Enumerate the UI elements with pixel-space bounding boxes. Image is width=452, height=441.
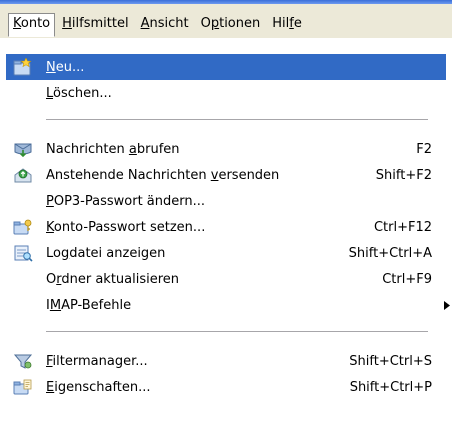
get-messages-icon <box>6 136 40 162</box>
menu-optionen-post: tionen <box>219 16 261 31</box>
menu-item-ordner-aktualisieren-shortcut: Ctrl+F9 <box>382 271 432 287</box>
menu-item-anstehende-versenden-label: Anstehende Nachrichten versenden <box>40 168 376 183</box>
submenu-arrow-icon <box>442 292 452 318</box>
menu-item-anstehende-versenden[interactable]: Anstehende Nachrichten versenden Shift+F… <box>6 162 446 188</box>
menu-separator <box>46 331 428 332</box>
menu-konto-post: onto <box>20 16 51 31</box>
menu-item-konto-passwort-post: onto-Passwort setzen... <box>53 219 206 235</box>
menu-item-nachrichten-abrufen-accelerator: a <box>128 141 137 157</box>
menu-item-pop3-passwort-post: OP3-Passwort ändern... <box>53 193 206 209</box>
menu-item-pop3-passwort[interactable]: POP3-Passwort ändern... <box>6 188 446 214</box>
properties-icon <box>6 374 40 400</box>
menu-item-loeschen[interactable]: Löschen... <box>6 80 446 106</box>
menu-optionen-accelerator: p <box>210 16 220 31</box>
menu-item-imap-befehle-accelerator: M <box>49 297 62 313</box>
menu-item-konto-passwort[interactable]: Konto-Passwort setzen... Ctrl+F12 <box>6 214 446 240</box>
menu-item-loeschen-icon-slot <box>6 80 40 106</box>
menu-item-ordner-aktualisieren-post: dner aktualisieren <box>61 271 180 287</box>
menu-konto-accelerator: K <box>13 16 21 31</box>
menubar: Konto Hilfsmittel Ansicht Optionen Hilfe <box>0 4 452 39</box>
menu-optionen-pre: O <box>200 16 211 31</box>
menu-item-filtermanager-shortcut: Shift+Ctrl+S <box>349 353 432 369</box>
menu-item-imap-befehle-label: IMAP-Befehle <box>40 298 432 313</box>
menu-item-logdatei-accelerator: g <box>60 245 70 261</box>
menu-item-loeschen-label: Löschen... <box>40 86 432 101</box>
menu-item-filtermanager[interactable]: Filtermanager... Shift+Ctrl+S <box>6 348 446 374</box>
menu-optionen[interactable]: Optionen <box>196 13 266 37</box>
menu-hilfsmittel-post: ilfsmittel <box>71 16 129 31</box>
menu-item-nachrichten-abrufen[interactable]: Nachrichten abrufen F2 <box>6 136 446 162</box>
menu-item-nachrichten-abrufen-pre: Nachrichten <box>46 141 129 157</box>
menu-konto[interactable]: Konto <box>8 13 56 37</box>
menu-item-pop3-passwort-label: POP3-Passwort ändern... <box>40 194 432 209</box>
menu-item-nachrichten-abrufen-post: brufen <box>136 141 180 157</box>
menu-item-ordner-aktualisieren[interactable]: Ordner aktualisieren Ctrl+F9 <box>6 266 446 292</box>
menu-item-imap-befehle-icon-slot <box>6 292 40 318</box>
menu-ansicht[interactable]: Ansicht <box>136 13 194 37</box>
new-account-icon <box>6 54 40 80</box>
menu-item-ordner-aktualisieren-label: Ordner aktualisieren <box>40 272 382 287</box>
menu-item-anstehende-versenden-post: ersenden <box>218 167 280 183</box>
konto-dropdown-menu: Neu... Löschen... Nachrichten abrufen F2 <box>0 38 452 441</box>
menu-item-pop3-passwort-icon-slot <box>6 188 40 214</box>
menu-item-neu[interactable]: Neu... <box>6 54 446 80</box>
menu-hilfe[interactable]: Hilfe <box>267 13 307 37</box>
menu-item-pop3-passwort-accelerator: P <box>46 193 54 209</box>
menu-item-logdatei-shortcut: Shift+Ctrl+A <box>348 245 432 261</box>
menu-item-anstehende-versenden-shortcut: Shift+F2 <box>375 167 432 183</box>
menu-item-loeschen-accelerator: L <box>46 85 54 101</box>
menu-item-loeschen-post: öschen... <box>53 85 112 101</box>
menu-item-eigenschaften-shortcut: Shift+Ctrl+P <box>349 379 432 395</box>
menu-hilfsmittel[interactable]: Hilfsmittel <box>57 13 133 37</box>
menu-item-filtermanager-post: iltermanager... <box>52 353 148 369</box>
menu-item-logdatei-post: datei anzeigen <box>69 245 166 261</box>
menu-item-logdatei[interactable]: Logdatei anzeigen Shift+Ctrl+A <box>6 240 446 266</box>
menu-item-logdatei-pre: Lo <box>46 245 61 261</box>
menu-item-filtermanager-label: Filtermanager... <box>40 354 349 369</box>
menu-item-neu-accelerator: N <box>46 59 56 75</box>
menu-item-eigenschaften[interactable]: Eigenschaften... Shift+Ctrl+P <box>6 374 446 400</box>
menu-item-konto-passwort-accelerator: K <box>46 219 54 235</box>
menu-item-nachrichten-abrufen-shortcut: F2 <box>416 141 432 157</box>
menu-item-eigenschaften-post: igenschaften... <box>54 379 151 395</box>
view-log-icon <box>6 240 40 266</box>
menu-ansicht-post: nsicht <box>149 16 189 31</box>
menu-separator <box>46 119 428 120</box>
menu-item-neu-post: eu... <box>55 59 85 75</box>
menu-item-nachrichten-abrufen-label: Nachrichten abrufen <box>40 142 416 157</box>
set-password-icon <box>6 214 40 240</box>
menu-item-anstehende-versenden-pre: Anstehende Nachrichten <box>46 167 211 183</box>
menu-item-ordner-aktualisieren-icon-slot <box>6 266 40 292</box>
menu-hilfe-post: e <box>293 16 302 31</box>
menu-item-logdatei-label: Logdatei anzeigen <box>40 246 349 261</box>
account-menu-window: Konto Hilfsmittel Ansicht Optionen Hilfe <box>0 0 452 441</box>
menu-hilfsmittel-accelerator: H <box>62 16 72 31</box>
menu-hilfe-pre: Hil <box>272 16 290 31</box>
send-pending-icon <box>6 162 40 188</box>
menu-item-konto-passwort-label: Konto-Passwort setzen... <box>40 220 374 235</box>
menu-item-eigenschaften-label: Eigenschaften... <box>40 380 350 395</box>
menu-item-konto-passwort-shortcut: Ctrl+F12 <box>373 219 432 235</box>
menu-item-ordner-aktualisieren-pre: O <box>46 271 57 287</box>
menu-item-neu-label: Neu... <box>40 60 432 75</box>
menu-item-imap-befehle-post: AP-Befehle <box>61 297 132 313</box>
filter-manager-icon <box>6 348 40 374</box>
menu-item-imap-befehle[interactable]: IMAP-Befehle <box>6 292 446 318</box>
menu-item-eigenschaften-accelerator: E <box>46 379 55 395</box>
